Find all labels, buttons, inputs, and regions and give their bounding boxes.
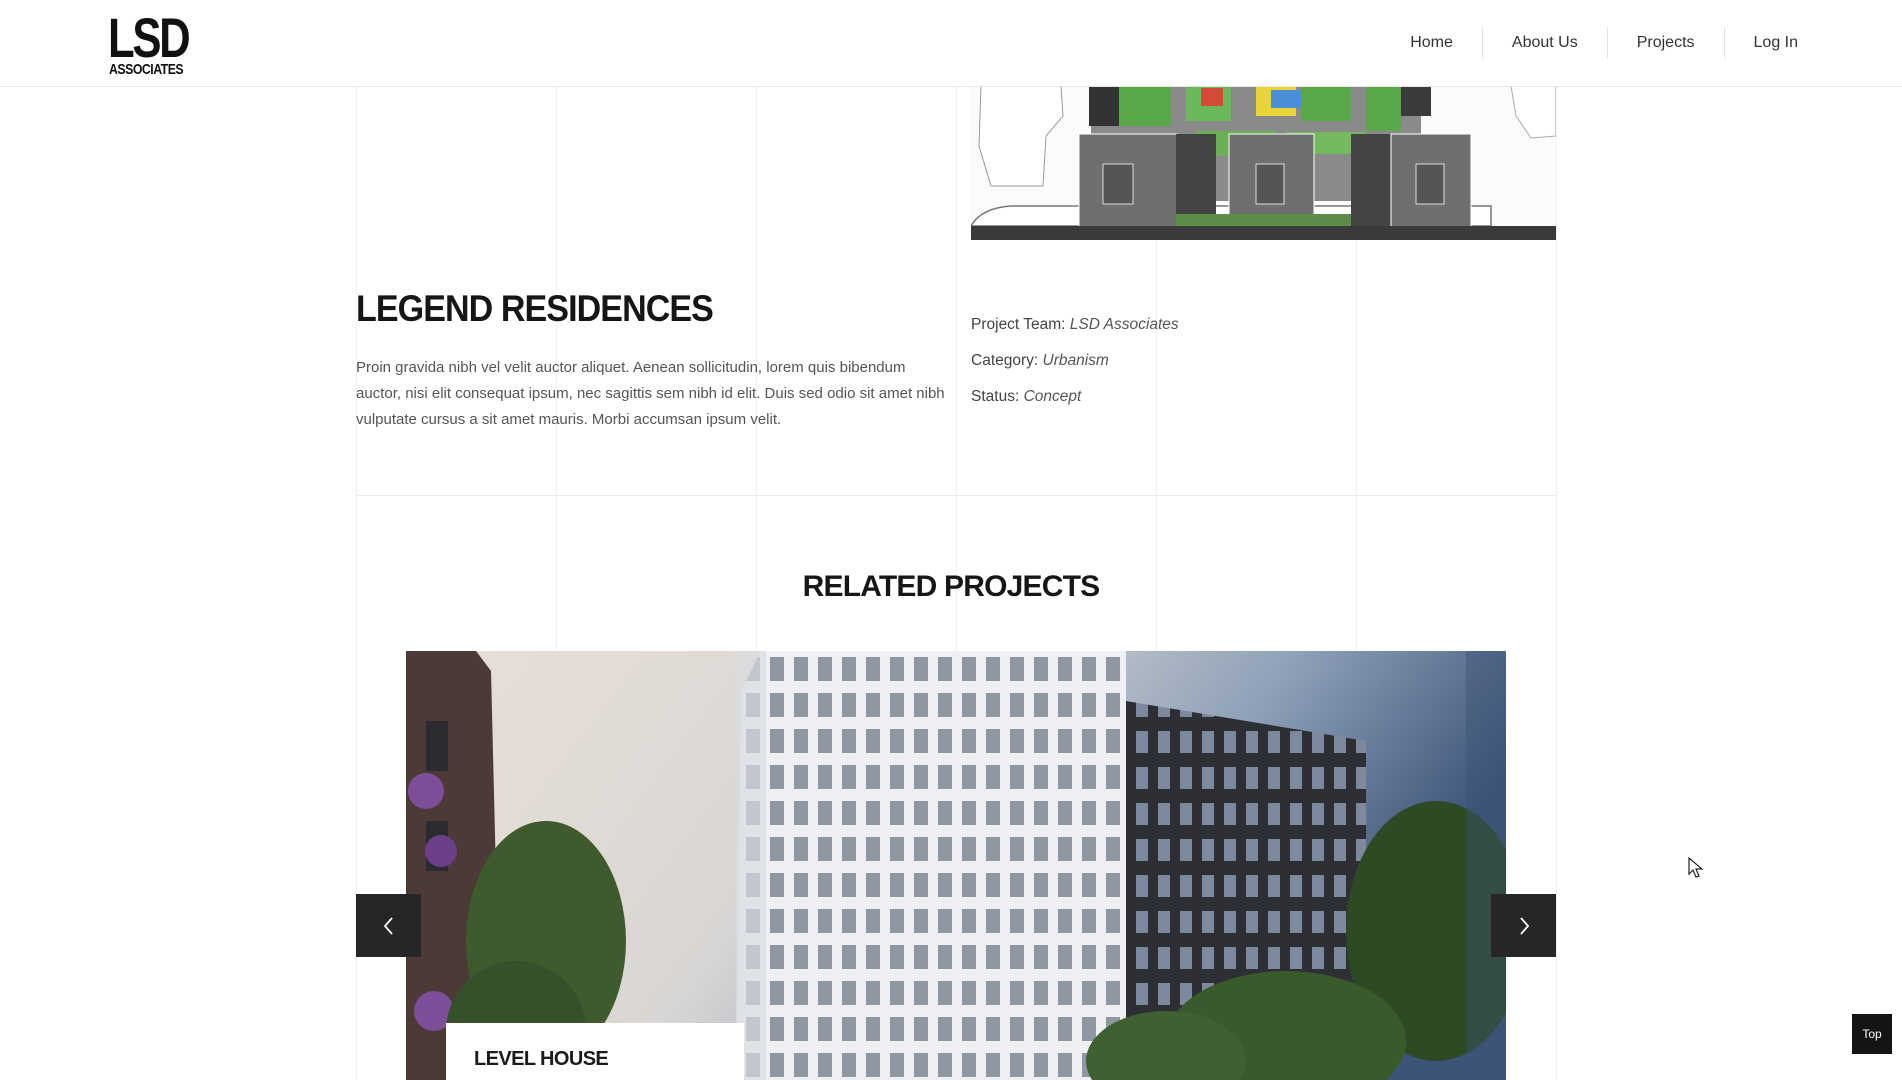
nav-projects[interactable]: Projects: [1606, 27, 1724, 59]
site-logo[interactable]: LSD ASSOCIATES: [108, 10, 191, 78]
site-header: LSD ASSOCIATES Home About Us Projects Lo…: [0, 0, 1902, 87]
slide-title: LEVEL HOUSE: [474, 1048, 609, 1070]
back-to-top-button[interactable]: Top: [1852, 1014, 1892, 1054]
meta-value: Concept: [1023, 388, 1082, 405]
logo-wordmark: LSD: [108, 6, 191, 69]
nav-about-us[interactable]: About Us: [1481, 27, 1607, 59]
slide-image[interactable]: [406, 651, 1506, 1080]
chevron-right-icon: [1519, 916, 1529, 935]
meta-label: Status:: [971, 388, 1020, 405]
meta-project-team: Project Team: LSD Associates: [971, 313, 1179, 349]
meta-value: Urbanism: [1042, 352, 1109, 369]
mouse-cursor-icon: [1688, 857, 1704, 878]
project-meta: Project Team: LSD Associates Category: U…: [971, 313, 1179, 421]
related-projects-heading: RELATED PROJECTS: [802, 570, 1100, 603]
slide-caption[interactable]: LEVEL HOUSE: [446, 1023, 744, 1080]
meta-label: Category:: [971, 352, 1039, 369]
project-description: Proin gravida nibh vel velit auctor aliq…: [356, 359, 945, 428]
meta-status: Status: Concept: [971, 385, 1179, 421]
nav-home[interactable]: Home: [1381, 27, 1482, 59]
chevron-left-icon: [383, 916, 393, 935]
nav-log-in[interactable]: Log In: [1723, 27, 1798, 59]
slider-prev-button[interactable]: [356, 894, 421, 957]
project-aerial-image: [971, 86, 1556, 240]
meta-label: Project Team:: [971, 316, 1066, 333]
meta-category: Category: Urbanism: [971, 349, 1179, 385]
logo-subtitle: ASSOCIATES: [109, 61, 184, 78]
main-nav: Home About Us Projects Log In: [1381, 27, 1798, 59]
related-projects-slider: LEVEL HOUSE: [406, 651, 1506, 1080]
meta-value: LSD Associates: [1069, 316, 1179, 333]
slider-next-button[interactable]: [1491, 894, 1556, 957]
project-title: LEGEND RESIDENCES: [356, 288, 714, 329]
section-divider: [356, 495, 1556, 496]
